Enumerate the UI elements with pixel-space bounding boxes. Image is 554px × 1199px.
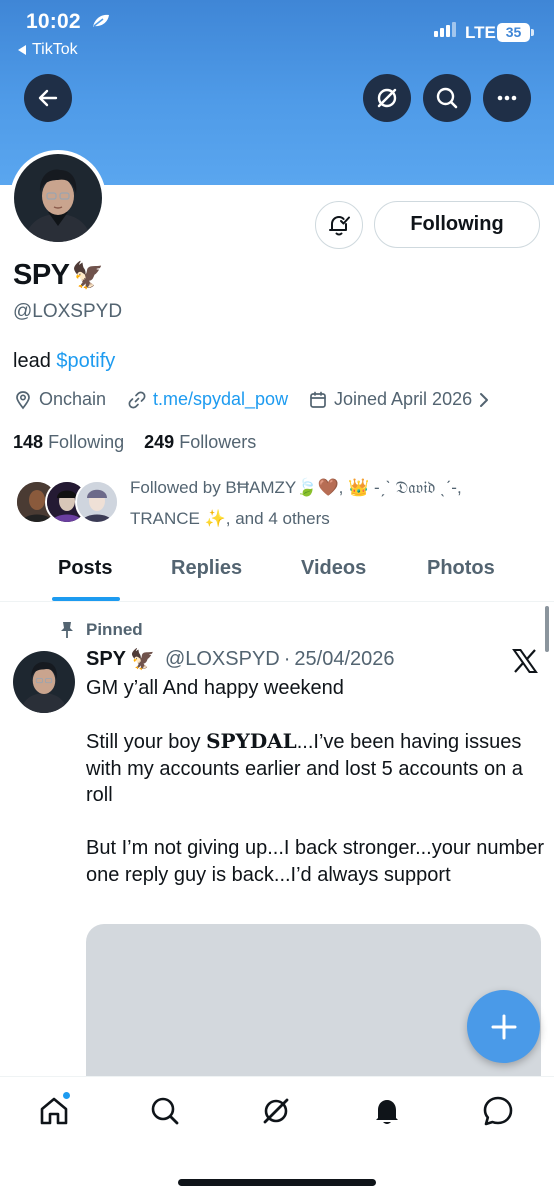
post-separator: · <box>283 648 291 670</box>
tab-photos[interactable]: Photos <box>427 557 495 580</box>
link-icon <box>128 391 146 408</box>
bell-check-icon <box>329 215 350 236</box>
followers-count: 249 <box>144 432 175 452</box>
pinned-text: Pinned <box>86 620 143 639</box>
home-indicator <box>178 1179 376 1186</box>
tab-posts[interactable]: Posts <box>58 557 112 580</box>
profile-joined[interactable]: Joined April 2026 <box>308 389 490 410</box>
post-author-avatar[interactable] <box>13 651 75 713</box>
post-header: SPY 🦅 @LOXSPYD · 25/04/2026 <box>86 647 395 672</box>
back-triangle-icon <box>18 45 26 55</box>
followed-by-line2: TRANCE ✨, and 4 others <box>130 509 330 528</box>
grok-button[interactable] <box>363 74 411 122</box>
post-media-image[interactable] <box>86 924 541 1084</box>
back-app-label: TikTok <box>32 41 78 58</box>
grok-slash-circle-icon <box>377 88 397 108</box>
focus-mode-icon <box>93 14 109 27</box>
arrow-left-icon <box>38 89 58 107</box>
calendar-icon <box>310 391 326 408</box>
bio-cashtag-link[interactable]: $potify <box>56 350 115 372</box>
post-line-3: But I’m not giving up...I back stronger.… <box>86 837 545 886</box>
active-tab-indicator <box>52 597 120 601</box>
plus-icon <box>491 1014 516 1039</box>
battery-level: 35 <box>497 23 530 42</box>
tab-videos[interactable]: Videos <box>301 557 366 580</box>
followed-by-avatars[interactable] <box>15 480 119 526</box>
search-icon <box>436 87 458 109</box>
grok-icon <box>263 1098 289 1124</box>
post-author-emoji: 🦅 <box>130 649 155 671</box>
more-options-button[interactable] <box>483 74 531 122</box>
post-line-1: GM y’all And happy weekend <box>86 677 344 699</box>
location-pin-icon <box>16 390 30 409</box>
message-icon <box>483 1096 513 1126</box>
profile-bio: lead $potify <box>13 350 115 373</box>
joined-text: Joined April 2026 <box>334 389 473 409</box>
post-author-name[interactable]: SPY <box>86 648 126 671</box>
bio-text: lead <box>13 350 51 372</box>
signal-icon <box>434 22 456 37</box>
profile-website[interactable]: t.me/spydal_pow <box>127 389 288 410</box>
post-text: GM y’all And happy weekend Still your bo… <box>86 675 546 888</box>
follower-avatar <box>75 480 119 524</box>
nav-search[interactable] <box>148 1094 182 1128</box>
followed-by-line1: Followed by BĦAMZY🍃🤎, 👑 -ˏˋ 𝔇𝔞𝔳𝔦𝔡 ˎˊ-, <box>130 478 462 497</box>
back-to-app-link[interactable]: TikTok <box>18 41 78 59</box>
pin-icon <box>61 622 73 638</box>
post-line-2-prefix: Still your boy <box>86 731 207 753</box>
scrollbar[interactable] <box>545 606 549 652</box>
bell-icon <box>376 1100 398 1124</box>
post-date[interactable]: 25/04/2026 <box>294 648 394 671</box>
search-icon <box>151 1097 179 1125</box>
avatar-portrait-image <box>14 154 102 242</box>
following-count-link[interactable]: 148 Following <box>13 432 124 452</box>
profile-name-text: SPY <box>13 259 70 291</box>
profile-name-emoji: 🦅 <box>71 260 104 290</box>
tab-replies[interactable]: Replies <box>171 557 242 580</box>
followers-label: Followers <box>179 432 257 452</box>
notifications-subscribe-button[interactable] <box>315 201 363 249</box>
ellipsis-icon <box>497 95 517 101</box>
profile-handle: @LOXSPYD <box>13 301 123 322</box>
notification-dot <box>62 1091 71 1100</box>
nav-grok[interactable] <box>259 1094 293 1128</box>
nav-notifications[interactable] <box>370 1094 404 1128</box>
location-text: Onchain <box>39 389 107 409</box>
post-author-handle[interactable]: @LOXSPYD <box>165 648 280 671</box>
website-link[interactable]: t.me/spydal_pow <box>153 389 288 410</box>
x-logo-icon <box>512 649 538 673</box>
search-button[interactable] <box>423 74 471 122</box>
compose-post-button[interactable] <box>467 990 540 1063</box>
followed-by-text[interactable]: Followed by BĦAMZY🍃🤎, 👑 -ˏˋ 𝔇𝔞𝔳𝔦𝔡 ˎˊ-, T… <box>130 472 530 534</box>
follow-counts: 148 Following 249 Followers <box>13 432 256 453</box>
followers-count-link[interactable]: 249 Followers <box>144 432 256 452</box>
profile-tabs: Posts Replies Videos Photos <box>0 540 554 602</box>
profile-location: Onchain <box>13 389 106 410</box>
post-line-2: Still your boy SPYDAL...I’ve been having… <box>86 728 546 809</box>
nav-messages[interactable] <box>481 1094 515 1128</box>
following-button[interactable]: Following <box>374 201 540 248</box>
network-type: LTE <box>465 23 496 42</box>
avatar-portrait-image <box>13 651 75 713</box>
chevron-right-icon <box>480 392 489 407</box>
status-time: 10:02 <box>26 10 81 33</box>
back-button[interactable] <box>24 74 72 122</box>
pinned-label: Pinned <box>60 620 143 640</box>
profile-avatar[interactable] <box>10 150 106 246</box>
battery-tip <box>531 29 534 36</box>
profile-name: SPY 🦅 <box>13 259 104 292</box>
post-line-2-bold: SPYDAL <box>206 729 297 753</box>
following-label: Following <box>48 432 125 452</box>
following-count: 148 <box>13 432 44 452</box>
